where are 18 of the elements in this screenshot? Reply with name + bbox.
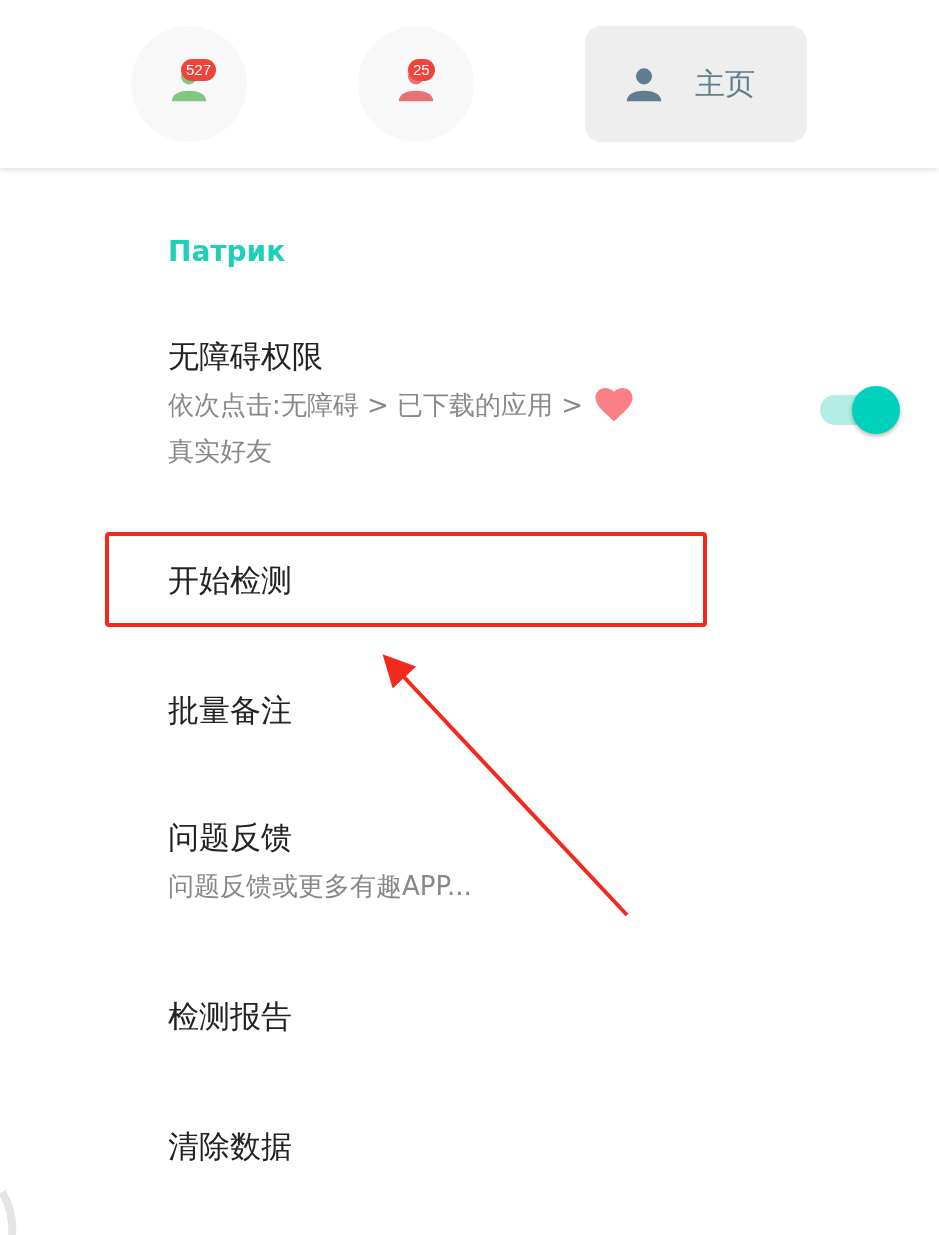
arc-mark: [0, 1190, 17, 1235]
menu-item-title[interactable]: 清除数据: [168, 1126, 292, 1166]
menu-item-title[interactable]: 批量备注: [168, 690, 292, 730]
menu-item-title[interactable]: 无障碍权限: [168, 336, 762, 376]
menu-item-title[interactable]: 问题反馈: [168, 817, 472, 857]
contacts-button[interactable]: 25: [358, 26, 474, 142]
count-badge: 527: [181, 59, 217, 81]
toggle-switch[interactable]: [820, 386, 900, 434]
heart-icon: [595, 388, 634, 422]
count-badge: 25: [408, 59, 435, 81]
menu-item-title[interactable]: 开始检测: [168, 560, 292, 600]
section-title: Патрик: [168, 234, 287, 270]
menu-item-title[interactable]: 检测报告: [168, 996, 292, 1036]
item-subtitle: 依次点击:无障碍 > 已下载的应用 >: [168, 389, 584, 422]
item-subtitle: 问题反馈或更多有趣APP...: [168, 870, 472, 903]
item-subtitle: 真实好友: [168, 435, 272, 468]
contacts-button[interactable]: 527: [131, 26, 247, 142]
home-button[interactable]: 主页: [585, 26, 807, 142]
